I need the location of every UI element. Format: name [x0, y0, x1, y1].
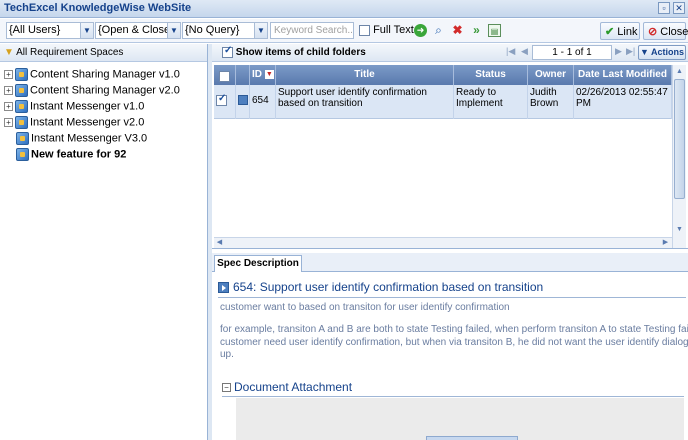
filter-icon: ▼ [4, 47, 14, 58]
row-owner: Judith Brown [528, 85, 574, 119]
link-button[interactable]: ✔ Link [600, 22, 640, 40]
chevron-down-icon[interactable]: ▼ [167, 23, 180, 38]
space-icon [16, 132, 29, 145]
chevron-down-icon[interactable]: ▼ [254, 23, 267, 38]
sort-desc-icon[interactable]: ▼ [264, 69, 274, 79]
row-title[interactable]: Support user identify confirmation based… [276, 85, 454, 119]
tree-item[interactable]: Instant Messenger V3.0 [14, 132, 147, 148]
clear-icon[interactable]: ✖ [451, 24, 464, 37]
no-entry-icon: ⊘ [648, 26, 658, 38]
show-child-folders-option[interactable]: Show items of child folders [222, 45, 366, 58]
row-icon-cell [236, 85, 250, 119]
export-icon[interactable]: ▤ [488, 24, 501, 37]
table-row[interactable]: 654 Support user identify confirmation b… [214, 85, 672, 119]
row-icon-header [236, 65, 250, 85]
grid-column-headers: ID ▼ Title Status Owner Date Last Modifi… [214, 65, 672, 85]
next-page-icon[interactable]: ▶ [615, 46, 622, 57]
spec-description-panel: 654: Support user identify confirmation … [212, 272, 688, 440]
close-window-icon[interactable]: ✕ [673, 2, 685, 14]
requirement-spaces-header: ▼ All Requirement Spaces [0, 44, 207, 62]
divider [222, 396, 684, 397]
keyword-search-input[interactable]: Keyword Search... [270, 22, 354, 39]
actions-button[interactable]: ▼ Actions [638, 45, 686, 60]
pager[interactable]: 1 - 1 of 1 [532, 45, 612, 60]
requirement-icon [218, 282, 229, 294]
spec-text-line: customer need user identify confirmation… [220, 337, 688, 348]
tree-item[interactable]: + Instant Messenger v2.0 [4, 116, 144, 132]
column-header-title[interactable]: Title [276, 65, 454, 85]
spec-text-line: up. [220, 349, 234, 360]
attachment-area [236, 398, 684, 440]
grid-vertical-scrollbar[interactable]: ▲ ▼ [672, 65, 686, 248]
forward-icon[interactable]: » [470, 24, 483, 37]
tab-spec-description[interactable]: Spec Description [214, 255, 302, 273]
query-combo[interactable]: {No Query} ▼ [182, 22, 268, 39]
requirement-icon [238, 95, 248, 105]
column-header-status[interactable]: Status [454, 65, 528, 85]
full-text-label: Full Text [373, 24, 414, 36]
chevron-down-icon: ▼ [639, 47, 649, 57]
expand-icon[interactable]: + [4, 118, 13, 127]
expand-icon[interactable]: + [4, 102, 13, 111]
restore-icon[interactable]: ▫ [658, 2, 670, 14]
last-page-icon[interactable]: ▶| [626, 46, 635, 57]
space-icon [15, 68, 28, 81]
close-button[interactable]: ⊘ Close [643, 22, 688, 40]
space-icon [15, 84, 28, 97]
full-text-option[interactable]: Full Text [359, 24, 414, 36]
expand-icon[interactable]: + [4, 86, 13, 95]
scroll-thumb[interactable] [674, 79, 685, 199]
title-bar: TechExcel KnowledgeWise WebSite ▫ ✕ [0, 0, 688, 18]
search-icon[interactable]: ⌕ [432, 24, 445, 37]
grid-horizontal-scrollbar[interactable]: ◀ ▶ [214, 237, 672, 248]
select-all-checkbox[interactable] [219, 70, 230, 82]
status-combo[interactable]: {Open & Close} ▼ [95, 22, 181, 39]
requirements-grid: ID ▼ Title Status Owner Date Last Modifi… [212, 63, 688, 249]
go-icon[interactable]: ➜ [414, 24, 427, 37]
show-child-folders-checkbox[interactable] [222, 45, 233, 58]
column-header-date[interactable]: Date Last Modified [574, 65, 672, 85]
column-header-owner[interactable]: Owner [528, 65, 574, 85]
scroll-down-icon[interactable]: ▼ [674, 224, 685, 235]
checkmark-icon: ✔ [605, 26, 615, 38]
space-icon [15, 116, 28, 129]
chevron-down-icon[interactable]: ▼ [80, 23, 93, 38]
tree-item[interactable]: + Content Sharing Manager v1.0 [4, 68, 180, 84]
attachment-button[interactable] [426, 436, 518, 440]
row-id: 654 [250, 85, 276, 119]
tree-item[interactable]: + Instant Messenger v1.0 [4, 100, 144, 116]
expand-icon[interactable]: + [4, 70, 13, 79]
window-title: TechExcel KnowledgeWise WebSite [4, 2, 192, 14]
space-icon [16, 148, 29, 161]
spec-tabs: Spec Description [212, 253, 688, 273]
users-combo[interactable]: {All Users} ▼ [6, 22, 94, 39]
select-all-header[interactable] [214, 65, 236, 85]
scroll-right-icon[interactable]: ▶ [660, 238, 671, 248]
row-status: Ready to Implement [454, 85, 528, 119]
scroll-left-icon[interactable]: ◀ [214, 238, 225, 248]
tree-item[interactable]: + Content Sharing Manager v2.0 [4, 84, 180, 100]
column-header-id[interactable]: ID ▼ [250, 65, 276, 85]
tree-item-selected[interactable]: New feature for 92 [14, 148, 126, 164]
collapse-icon[interactable]: − [222, 383, 231, 393]
prev-page-icon[interactable]: ◀ [521, 46, 528, 57]
spec-title: 654: Support user identify confirmation … [218, 280, 543, 294]
spec-text-line: customer want to based on transiton for … [220, 302, 510, 313]
divider [218, 297, 686, 298]
scroll-up-icon[interactable]: ▲ [674, 66, 685, 77]
row-date: 02/26/2013 02:55:47 PM [574, 85, 672, 119]
row-checkbox[interactable] [216, 93, 227, 106]
spec-text-line: for example, transiton A and B are both … [220, 324, 688, 335]
full-text-checkbox[interactable] [359, 24, 370, 36]
requirement-spaces-panel: ▼ All Requirement Spaces + Content Sharin… [0, 44, 208, 440]
space-icon [15, 100, 28, 113]
document-attachment-header[interactable]: − Document Attachment [222, 380, 352, 394]
first-page-icon[interactable]: |◀ [506, 46, 515, 57]
toolbar: {All Users} ▼ {Open & Close} ▼ {No Query… [0, 19, 688, 43]
row-select-cell[interactable] [214, 85, 236, 119]
